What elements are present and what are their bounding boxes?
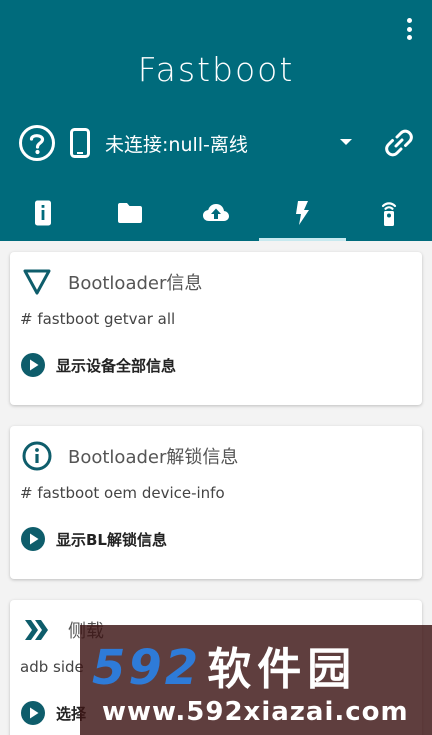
show-bl-unlock-button[interactable]: 显示BL解锁信息 bbox=[20, 526, 167, 552]
flash-icon bbox=[296, 201, 310, 225]
play-circle-icon bbox=[21, 701, 45, 725]
arrow-drop-down-icon[interactable] bbox=[339, 137, 353, 147]
watermark: 592 软件园 www.592xiazai.com bbox=[80, 625, 432, 735]
tab-bar bbox=[0, 185, 432, 241]
card-command: # fastboot oem device-info bbox=[20, 484, 225, 502]
watermark-url: www.592xiazai.com bbox=[102, 697, 409, 727]
card-header: Bootloader解锁信息 bbox=[22, 440, 238, 472]
tab-remote[interactable] bbox=[346, 185, 432, 241]
remote-icon bbox=[381, 202, 396, 226]
link-off-icon[interactable] bbox=[384, 128, 414, 158]
folder-icon bbox=[117, 203, 142, 223]
tab-folder[interactable] bbox=[86, 185, 172, 241]
action-label: 显示设备全部信息 bbox=[56, 356, 177, 375]
card-bootloader-unlock-info: Bootloader解锁信息 # fastboot oem device-inf… bbox=[10, 426, 422, 579]
tab-upload[interactable] bbox=[173, 185, 259, 241]
card-title: Bootloader解锁信息 bbox=[68, 447, 239, 468]
tab-flash[interactable] bbox=[259, 185, 347, 241]
play-circle-icon bbox=[21, 527, 45, 551]
app-title: Fastboot bbox=[137, 50, 295, 89]
show-all-info-button[interactable]: 显示设备全部信息 bbox=[20, 352, 176, 378]
phone-icon bbox=[70, 128, 90, 158]
card-bootloader-info: Bootloader信息 # fastboot getvar all 显示设备全… bbox=[10, 252, 422, 405]
play-circle-icon bbox=[21, 353, 45, 377]
watermark-brand: 592 软件园 bbox=[92, 633, 357, 697]
watermark-number: 592 bbox=[92, 640, 202, 696]
card-command: adb side bbox=[20, 658, 84, 676]
watermark-cn: 软件园 bbox=[207, 644, 358, 695]
action-label: 显示BL解锁信息 bbox=[56, 530, 167, 549]
more-vert-icon[interactable] bbox=[404, 18, 414, 40]
app-bar: Fastboot 未连接:null-离线 bbox=[0, 0, 432, 241]
card-title: Bootloader信息 bbox=[68, 273, 203, 294]
help-circle-icon[interactable] bbox=[18, 124, 56, 162]
device-status[interactable]: 未连接:null-离线 bbox=[105, 130, 248, 157]
card-header: Bootloader信息 bbox=[22, 266, 202, 298]
tab-phone-info[interactable] bbox=[0, 185, 86, 241]
select-button[interactable]: 选择 bbox=[20, 700, 86, 726]
device-selector-row: 未连接:null-离线 bbox=[0, 120, 432, 166]
triangle-down-icon bbox=[23, 269, 51, 295]
phone-info-icon bbox=[35, 200, 52, 226]
info-circle-icon bbox=[22, 441, 52, 471]
cloud-upload-icon bbox=[203, 204, 230, 221]
card-command: # fastboot getvar all bbox=[20, 310, 176, 328]
double-chevron-icon bbox=[25, 620, 48, 640]
